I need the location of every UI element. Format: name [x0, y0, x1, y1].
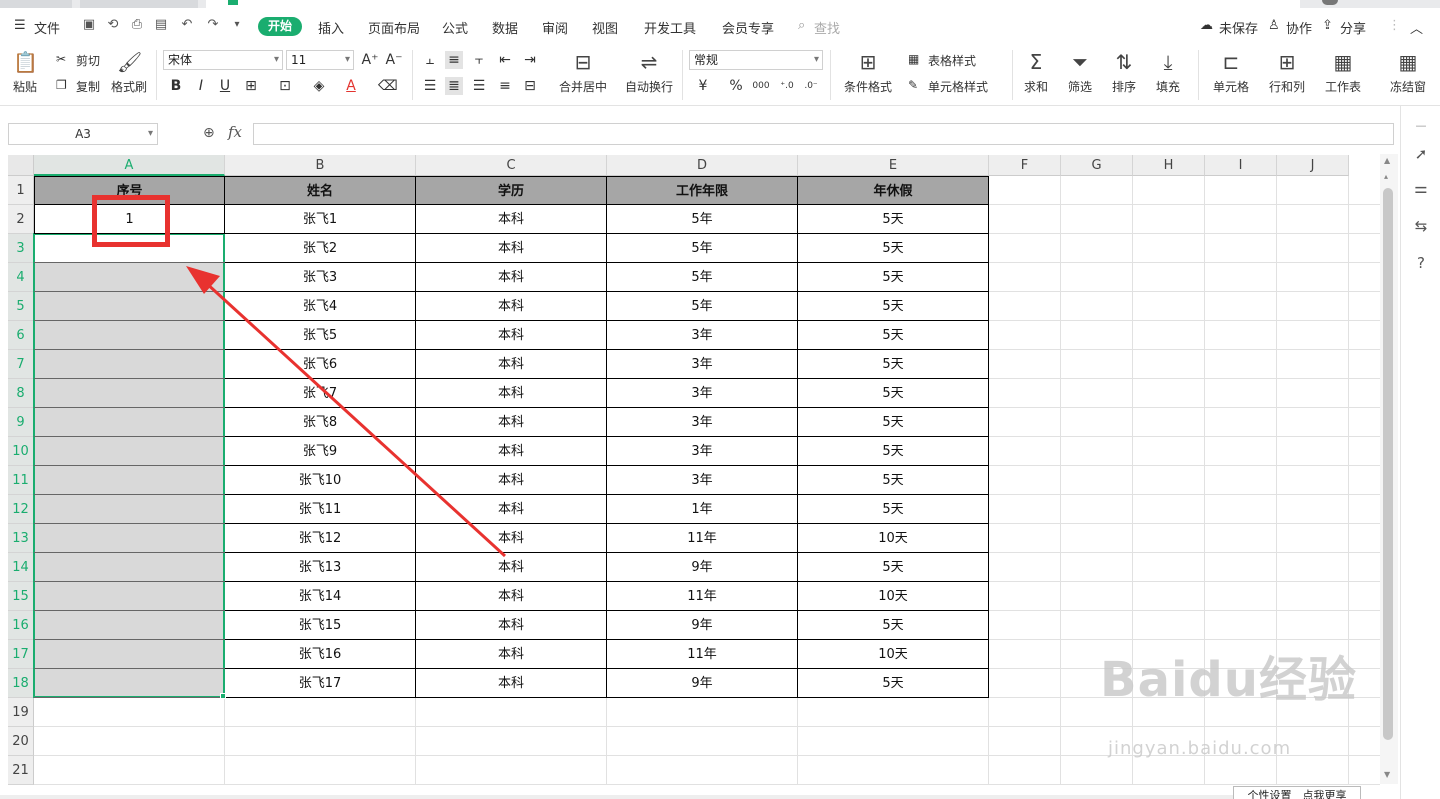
personalize-button[interactable]: 个性设置 点我更享 [1233, 786, 1361, 799]
arrow-shaft [203, 280, 507, 558]
watermark-url: jingyan.baidu.com [1108, 738, 1292, 759]
sheet-tab-bar [0, 795, 1233, 799]
watermark-logo: Baidu经验 [1100, 652, 1357, 708]
